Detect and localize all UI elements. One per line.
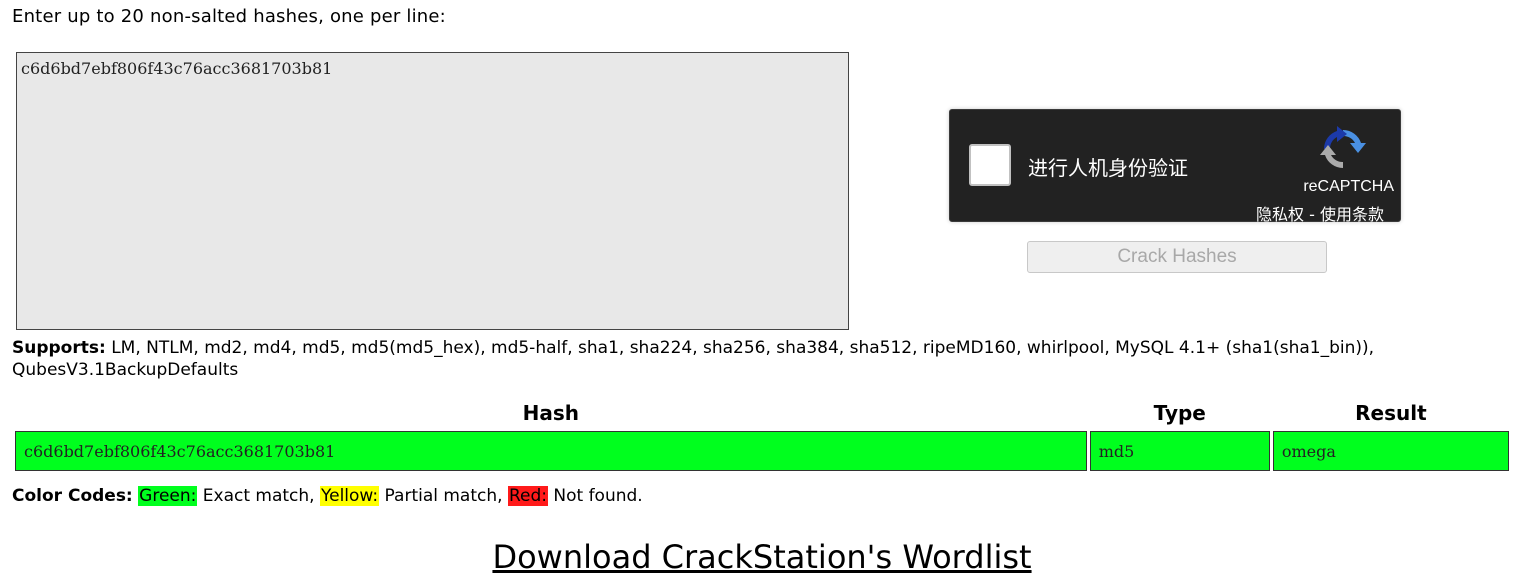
supports-list: LM, NTLM, md2, md4, md5, md5(md5_hex), m… — [12, 338, 1375, 380]
color-code-yellow-desc: Partial match, — [379, 486, 508, 506]
color-codes-legend: Color Codes: Green: Exact match, Yellow:… — [12, 486, 643, 506]
recaptcha-widget: 进行人机身份验证 reCAPTCHA 隐私权 - 使用条款 — [949, 109, 1401, 225]
column-header-hash: Hash — [522, 401, 580, 425]
supports-label: Supports: — [12, 338, 106, 358]
recaptcha-brand: reCAPTCHA — [1303, 178, 1394, 195]
download-wordlist-link[interactable]: Download CrackStation's Wordlist — [0, 538, 1524, 576]
recaptcha-privacy-link[interactable]: 隐私权 — [1256, 205, 1304, 224]
column-header-type: Type — [1153, 401, 1206, 425]
color-code-red: Red: — [507, 486, 548, 506]
color-codes-label: Color Codes: — [12, 486, 133, 506]
color-code-green-desc: Exact match, — [197, 486, 320, 506]
recaptcha-links-separator: - — [1304, 205, 1320, 224]
result-type-cell: md5 — [1089, 431, 1270, 471]
recaptcha-terms-link[interactable]: 使用条款 — [1320, 205, 1384, 224]
hash-input-prompt: Enter up to 20 non-salted hashes, one pe… — [12, 6, 446, 27]
color-code-red-desc: Not found. — [547, 486, 643, 506]
hash-input-textarea[interactable]: c6d6bd7ebf806f43c76acc3681703b81 — [16, 52, 849, 330]
result-value-cell: omega — [1272, 431, 1509, 471]
results-table: Hash Type Result c6d6bd7ebf806f43c76acc3… — [12, 395, 1512, 474]
crack-hashes-button[interactable]: Crack Hashes — [1027, 241, 1327, 273]
result-hash-cell: c6d6bd7ebf806f43c76acc3681703b81 — [15, 431, 1087, 471]
supported-algorithms: Supports: LM, NTLM, md2, md4, md5, md5(m… — [12, 337, 1522, 381]
recaptcha-checkbox[interactable] — [969, 144, 1011, 186]
color-code-green: Green: — [138, 486, 198, 506]
recaptcha-label: 进行人机身份验证 — [1028, 156, 1188, 180]
recaptcha-logo-icon — [1320, 126, 1366, 168]
color-code-yellow: Yellow: — [320, 486, 380, 506]
results-header-row: Hash Type Result — [15, 398, 1509, 428]
column-header-result: Result — [1355, 401, 1427, 425]
recaptcha-links: 隐私权 - 使用条款 — [1256, 201, 1384, 225]
table-row: c6d6bd7ebf806f43c76acc3681703b81 md5 ome… — [15, 431, 1509, 471]
